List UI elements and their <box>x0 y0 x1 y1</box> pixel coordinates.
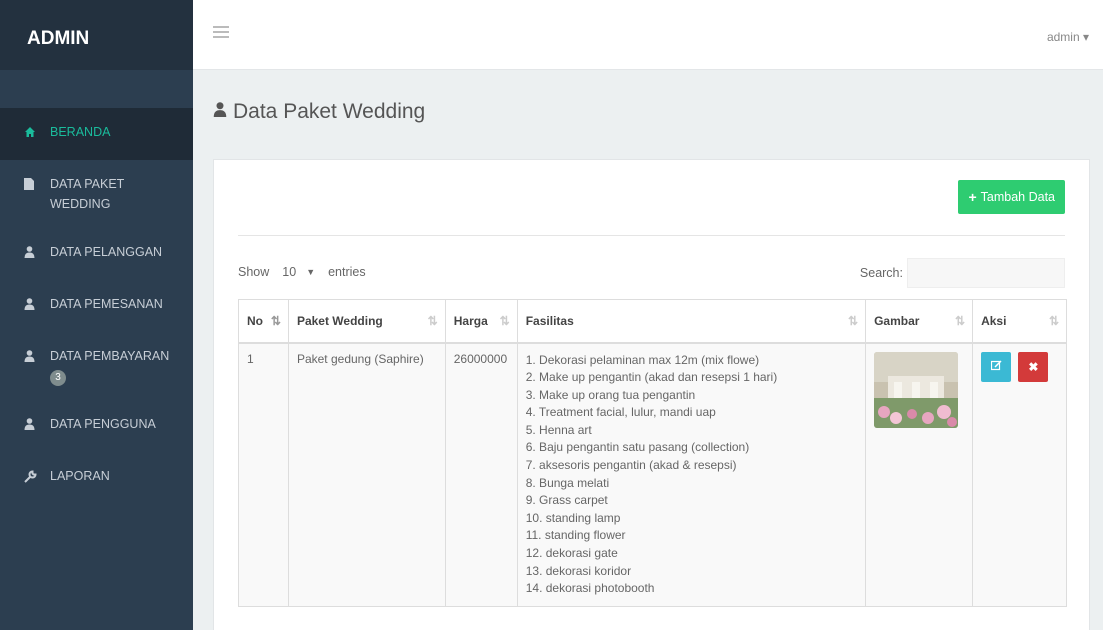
list-item: 2. Make up pengantin (akad dan resepsi 1… <box>525 370 778 385</box>
sidebar-item-label: DATA PEMBAYARAN <box>50 349 170 363</box>
divider <box>238 235 1065 236</box>
list-item: 4. Treatment facial, lulur, mandi uap <box>525 405 716 420</box>
cell-paket: Paket gedung (Saphire) <box>287 342 446 607</box>
sidebar-item-label: DATA PELANGGAN <box>50 245 163 259</box>
topbar: admin ▾ <box>193 0 1103 70</box>
sort-icon: ⇅ <box>499 314 510 328</box>
cell-harga: 26000000 <box>444 342 518 607</box>
column-header-fasilitas[interactable]: Fasilitas ⇅ <box>516 299 867 344</box>
user-dropdown[interactable]: admin ▾ <box>1047 30 1089 44</box>
table-header-row: No ⇅ Paket Wedding ⇅ Harga ⇅ Fasilitas ⇅ Gam… <box>238 299 1067 344</box>
sidebar-item-data-pengguna[interactable]: DATA PENGGUNA <box>0 400 193 452</box>
sidebar-item-data-paket-wedding[interactable]: DATA PAKET WEDDING <box>0 160 193 228</box>
edit-icon <box>990 359 1002 374</box>
list-item: 7. aksesoris pengantin (akad & resepsi) <box>525 458 737 473</box>
list-item: 13. dekorasi koridor <box>525 563 632 578</box>
sidebar-item-label: BERANDA <box>50 125 111 139</box>
list-item: 10. standing lamp <box>525 510 621 525</box>
sidebar-item-data-pelanggan[interactable]: DATA PELANGGAN <box>0 228 193 280</box>
add-data-label: Tambah Data <box>980 190 1055 204</box>
sort-asc-icon: ⇅ <box>270 314 281 328</box>
column-header-paket[interactable]: Paket Wedding ⇅ <box>287 299 446 344</box>
list-item: 6. Baju pengantin satu pasang (collectio… <box>525 440 750 455</box>
list-item: 5. Henna art <box>525 422 592 437</box>
table-row: 1 Paket gedung (Saphire) 26000000 1. Dek… <box>238 342 1067 607</box>
page-title: Data Paket Wedding <box>213 100 425 124</box>
cell-gambar <box>865 342 974 607</box>
data-table: No ⇅ Paket Wedding ⇅ Harga ⇅ Fasilitas ⇅ Gam… <box>238 299 1067 607</box>
cell-aksi: ✖ <box>972 342 1067 607</box>
sidebar-item-data-pembayaran[interactable]: DATA PEMBAYARAN 3 <box>0 332 193 400</box>
entries-select[interactable]: 10 ▼ <box>275 262 322 282</box>
column-header-gambar[interactable]: Gambar ⇅ <box>865 299 974 344</box>
wedding-thumbnail <box>874 351 959 428</box>
menu-toggle-icon[interactable] <box>213 26 229 38</box>
search-label: Search: <box>859 266 903 280</box>
close-icon: ✖ <box>1028 359 1039 374</box>
search-input[interactable] <box>907 258 1065 288</box>
list-item: 3. Make up orang tua pengantin <box>525 387 696 402</box>
fasilitas-list: 1. Dekorasi pelaminan max 12m (mix flowe… <box>526 352 857 598</box>
sidebar-item-laporan[interactable]: LAPORAN <box>0 452 193 504</box>
brand-logo[interactable]: ADMIN <box>0 0 193 70</box>
entries-value: 10 <box>282 265 297 279</box>
sidebar-item-label: DATA PEMESANAN <box>50 297 163 311</box>
list-item: 12. dekorasi gate <box>525 546 618 561</box>
user-icon <box>24 414 44 434</box>
notification-badge: 3 <box>50 370 66 386</box>
add-data-button[interactable]: + Tambah Data <box>958 180 1065 214</box>
sidebar-item-label: DATA PAKET WEDDING <box>50 177 125 211</box>
caret-down-icon: ▼ <box>306 267 316 277</box>
user-icon <box>24 346 44 366</box>
sidebar-item-beranda[interactable]: BERANDA <box>0 108 193 160</box>
sidebar-item-label: LAPORAN <box>50 469 110 483</box>
cell-fasilitas: 1. Dekorasi pelaminan max 12m (mix flowe… <box>516 342 867 607</box>
delete-button[interactable]: ✖ <box>1018 351 1049 382</box>
file-icon <box>24 174 44 194</box>
column-header-aksi[interactable]: Aksi ⇅ <box>972 299 1067 344</box>
home-icon <box>24 122 44 142</box>
plus-icon: + <box>968 189 977 205</box>
user-icon <box>24 294 44 314</box>
main-content: Data Paket Wedding + Tambah Data Show 10… <box>193 70 1103 630</box>
show-label: Show <box>238 265 270 279</box>
column-header-harga[interactable]: Harga ⇅ <box>444 299 518 344</box>
column-header-no[interactable]: No ⇅ <box>238 299 289 344</box>
cell-no: 1 <box>238 342 289 607</box>
wrench-icon <box>24 466 44 486</box>
list-item: 9. Grass carpet <box>525 493 608 508</box>
user-icon <box>24 242 44 262</box>
data-panel: + Tambah Data Show 10 ▼ entries Search: … <box>213 159 1090 630</box>
list-item: 14. dekorasi photobooth <box>525 581 655 596</box>
user-icon <box>213 102 227 122</box>
sidebar-nav: BERANDA DATA PAKET WEDDING DATA PELANGGA… <box>0 70 193 504</box>
list-item: 11. standing flower <box>525 528 626 543</box>
sidebar-item-data-pemesanan[interactable]: DATA PEMESANAN <box>0 280 193 332</box>
entries-length: Show 10 ▼ entries <box>238 262 366 282</box>
list-item: 1. Dekorasi pelaminan max 12m (mix flowe… <box>525 352 760 367</box>
sort-icon: ⇅ <box>955 314 966 328</box>
sidebar-item-label: DATA PENGGUNA <box>50 417 156 431</box>
search-box: Search: <box>860 258 1065 288</box>
entries-label: entries <box>328 265 366 279</box>
sort-icon: ⇅ <box>1048 314 1059 328</box>
sort-icon: ⇅ <box>848 314 859 328</box>
sort-icon: ⇅ <box>427 314 438 328</box>
list-item: 8. Bunga melati <box>525 475 610 490</box>
sidebar: ADMIN BERANDA DATA PAKET WEDDING DATA PE… <box>0 0 193 630</box>
page-title-text: Data Paket Wedding <box>233 100 426 123</box>
edit-button[interactable] <box>981 351 1012 382</box>
